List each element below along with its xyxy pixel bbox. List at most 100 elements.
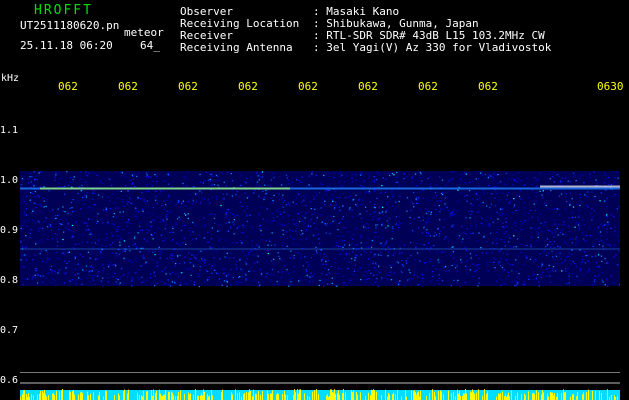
strip-spike [453,392,454,400]
strip-spike [69,390,70,400]
strip-spike [576,396,577,400]
strip-spike [318,394,319,400]
strip-spike [416,394,417,400]
strip-spike [331,389,332,400]
strip-spike [418,391,419,400]
strip-spike [376,391,377,400]
strip-spike [599,391,600,400]
strip-spike [538,392,539,400]
strip-spike [212,395,213,400]
x-tick-label: 062 [298,80,318,93]
strip-spike [462,395,463,400]
strip-spike [151,390,152,400]
strip-spike [169,391,170,400]
strip-spike [193,395,194,400]
strip-spike [368,392,369,400]
info-label-antenna: Receiving Antenna [180,41,293,54]
strip-spike [276,394,277,400]
strip-spike [499,394,500,400]
strip-spike [337,393,338,400]
strip-spike [164,394,165,400]
info-value-observer: : Masaki Kano [313,5,400,18]
strip-spike [552,392,553,400]
strip-spike [463,393,464,400]
strip-spike [496,396,497,400]
strip-spike [332,392,333,400]
strip-spike [465,389,466,400]
strip-spike [304,393,305,400]
strip-spike [250,391,251,400]
file-name: UT2511180620.pn [20,19,120,32]
strip-spike [271,393,272,400]
strip-spike [198,395,199,400]
strip-spike [457,389,458,400]
strip-spike [327,394,328,400]
strip-spike [342,393,343,400]
strip-spike [172,392,173,400]
strip-spike [114,395,115,400]
strip-spike [80,392,81,400]
strip-spike [343,389,344,400]
strip-spike [139,395,140,400]
strip-spike [577,391,578,400]
strip-spike [352,392,353,400]
y-axis-unit: kHz [1,73,20,84]
strip-spike [147,391,148,400]
strip-spike [244,393,245,400]
strip-spike [93,392,94,400]
strip-spike [334,389,335,400]
strip-spike [285,394,286,400]
strip-spike [56,391,57,400]
strip-spike [202,395,203,400]
carrier-segment-end [540,185,620,188]
strip-spike [502,391,503,400]
strip-spike [119,395,120,400]
strip-spike [267,390,268,400]
strip-spike [487,391,488,400]
strip-spike [235,389,236,400]
strip-spike [415,392,416,400]
reference-line-lower [20,382,620,384]
strip-spike [443,394,444,400]
strip-spike [105,390,106,400]
strip-spike [553,395,554,400]
strip-spike [338,390,339,400]
strip-spike [207,394,208,400]
strip-spike [372,390,373,400]
strip-spike [473,391,474,400]
strip-spike [498,393,499,400]
strip-spike [435,396,436,400]
strip-spike [389,394,390,400]
strip-spike [335,393,336,400]
strip-spike [326,395,327,400]
strip-spike [460,396,461,400]
strip-spike [195,389,196,400]
strip-spike [256,394,257,400]
strip-spike [333,392,334,400]
strip-spike [146,391,147,400]
strip-spike [231,391,232,400]
strip-spike [413,391,414,400]
strip-spike [429,393,430,400]
strip-spike [258,391,259,400]
strip-spike [106,391,107,400]
strip-spike [484,389,485,400]
strip-spike [314,390,315,400]
strip-spike [252,396,253,400]
strip-spike [459,390,460,400]
strip-spike [438,391,439,400]
strip-spike [171,391,172,400]
strip-spike [356,392,357,400]
x-tick-label: 062 [418,80,438,93]
strip-spike [123,391,124,400]
strip-spike [20,396,21,400]
strip-spike [143,391,144,400]
strip-spike [52,393,53,400]
strip-spike [411,390,412,400]
strip-spike [541,394,542,400]
strip-spike [392,394,393,400]
strip-spike [486,393,487,400]
strip-spike [455,396,456,400]
x-tick-label: 062 [478,80,498,93]
strip-spike [284,391,285,400]
